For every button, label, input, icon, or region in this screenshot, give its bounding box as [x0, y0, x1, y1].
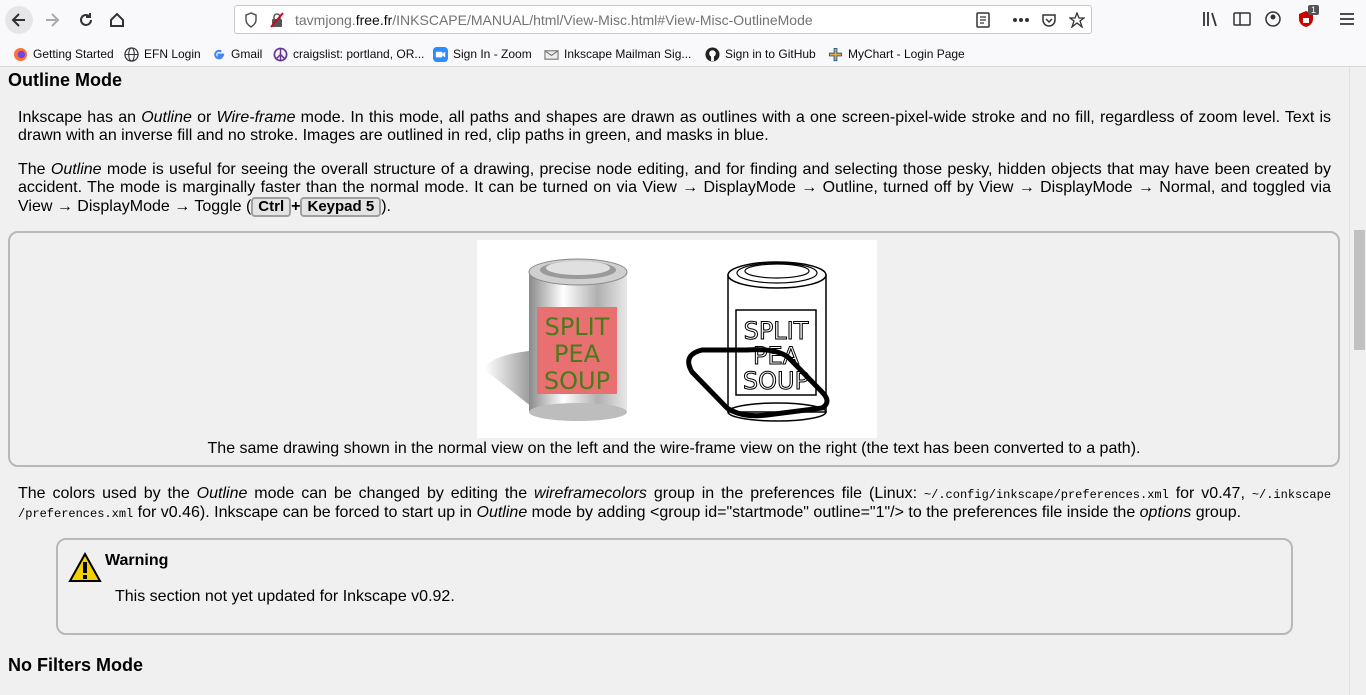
zoom-icon [432, 46, 448, 62]
reader-view-icon[interactable] [973, 10, 993, 30]
github-icon [704, 46, 720, 62]
bookmark-gmail[interactable]: Gmail [210, 45, 262, 63]
reload-button[interactable] [72, 6, 100, 34]
page-content: Outline Mode Inkscape has an Outline or … [0, 67, 1349, 695]
pocket-icon[interactable] [1039, 10, 1059, 30]
bookmark-star-icon[interactable] [1067, 10, 1087, 30]
bookmark-zoom[interactable]: Sign In - Zoom [432, 45, 532, 63]
paragraph-outline-colors: The colors used by the Outline mode can … [18, 485, 1332, 521]
bookmarks-toolbar: Getting Started EFN Login Gmail craigsli… [0, 40, 1366, 67]
insecure-lock-icon[interactable] [267, 10, 287, 30]
library-icon[interactable] [1201, 9, 1221, 29]
browser-toolbar: tavmjong.free.fr/INKSCAPE/MANUAL/html/Vi… [0, 0, 1366, 40]
scrollbar-thumb[interactable] [1354, 230, 1365, 350]
bookmark-mychart[interactable]: MyChart - Login Page [827, 45, 965, 63]
paragraph-outline-usage: The Outline mode is useful for seeing th… [18, 161, 1332, 217]
back-button[interactable] [5, 6, 33, 34]
firefox-icon [12, 46, 28, 62]
figure-box: SPLIT PEA SOUP SPLIT PEA SOUP The same d… [8, 231, 1340, 467]
figure-caption: The same drawing shown in the normal vie… [207, 440, 1141, 457]
globe-icon [123, 46, 139, 62]
bookmark-efn-login[interactable]: EFN Login [123, 45, 201, 63]
sidebar-icon[interactable] [1232, 9, 1252, 29]
peace-icon [272, 46, 288, 62]
warning-title: Warning [105, 552, 169, 569]
notification-badge: 1 [1308, 5, 1320, 15]
forward-button[interactable] [38, 6, 66, 34]
section-heading-no-filters-mode: No Filters Mode [8, 655, 144, 675]
warning-text: This section not yet updated for Inkscap… [115, 588, 455, 605]
cross-icon [827, 46, 843, 62]
label-line-2: PEA [554, 340, 601, 368]
home-button[interactable] [103, 6, 131, 34]
reload-icon [80, 13, 92, 26]
shield-icon[interactable] [241, 10, 261, 30]
bookmark-github[interactable]: Sign in to GitHub [704, 45, 816, 63]
key-keypad-5: Keypad 5 [300, 197, 382, 217]
figure-image-soup-cans: SPLIT PEA SOUP SPLIT PEA SOUP [477, 240, 877, 438]
url-bar[interactable]: tavmjong.free.fr/INKSCAPE/MANUAL/html/Vi… [234, 5, 1092, 34]
home-icon [110, 12, 124, 27]
back-arrow-icon [11, 13, 25, 27]
warning-icon [68, 551, 102, 588]
forward-arrow-icon [46, 13, 60, 27]
menu-icon[interactable] [1337, 9, 1357, 29]
label-line-3: SOUP [544, 367, 610, 395]
account-icon[interactable] [1263, 9, 1283, 29]
paragraph-outline-intro: Inkscape has an Outline or Wire-frame mo… [18, 109, 1332, 144]
google-icon [210, 46, 226, 62]
section-heading-outline-mode: Outline Mode [8, 70, 122, 90]
label-line-1: SPLIT [545, 313, 610, 341]
key-ctrl: Ctrl [251, 197, 292, 217]
vertical-scrollbar[interactable] [1349, 67, 1366, 695]
label-outline-line-2: PEA [753, 342, 800, 370]
url-text[interactable]: tavmjong.free.fr/INKSCAPE/MANUAL/html/Vi… [295, 12, 813, 28]
label-outline-line-1: SPLIT [744, 317, 809, 345]
bookmark-inkscape-mailman[interactable]: Inkscape Mailman Sig... [543, 45, 691, 63]
mailman-icon [543, 46, 559, 62]
bookmark-getting-started[interactable]: Getting Started [12, 45, 114, 63]
bookmark-craigslist[interactable]: craigslist: portland, OR... [272, 45, 424, 63]
warning-box: Warning This section not yet updated for… [56, 538, 1293, 635]
page-actions-icon[interactable] [1011, 10, 1031, 30]
